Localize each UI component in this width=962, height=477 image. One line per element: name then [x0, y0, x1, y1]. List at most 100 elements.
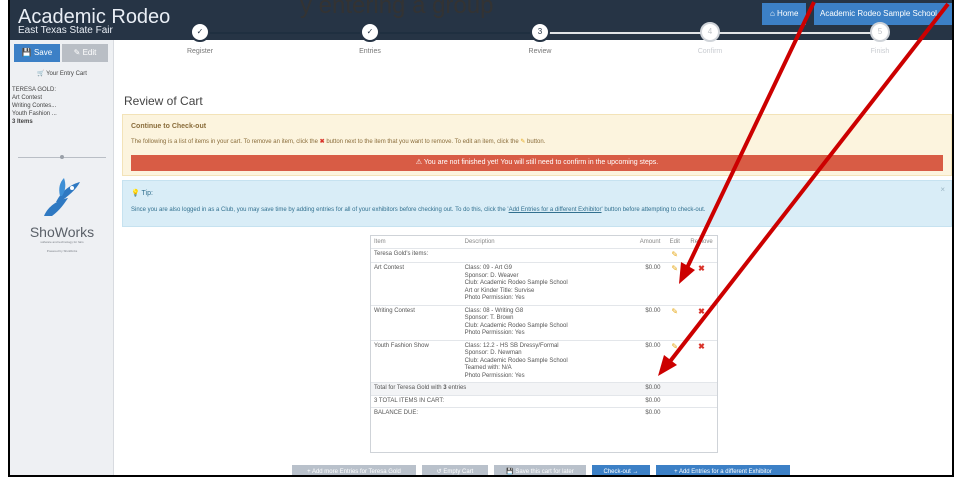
description-line: Photo Permission: Yes	[464, 330, 525, 336]
column-header: Amount	[639, 238, 661, 245]
remove-button[interactable]: ✖	[686, 339, 717, 383]
edit-button[interactable]: ✎	[663, 339, 687, 383]
showorks-logo-icon	[44, 178, 80, 216]
app-subtitle: East Texas State Fair	[18, 25, 113, 36]
table-row: Art Contest Class: 09 - Art G9 Sponsor: …	[371, 262, 717, 305]
not-finished-warning: ⚠ You are not finished yet! You will sti…	[131, 155, 943, 171]
tip-alert: 💡 Tip: Since you are also logged in as a…	[122, 180, 952, 227]
step-label: Finish	[870, 48, 890, 55]
step-label: Entries	[359, 48, 381, 55]
alert-body: The following is a list of items in your…	[131, 138, 545, 145]
cart-summary-line: TERESA GOLD:	[12, 87, 57, 93]
pencil-icon: ✎	[671, 264, 679, 273]
item-name: Youth Fashion Show	[371, 339, 462, 383]
remove-icon: ✖	[698, 264, 705, 273]
step-review: 3 Review	[500, 22, 580, 55]
description-line: Sponsor: D. Weaver	[464, 272, 519, 279]
table-row: Total for Teresa Gold with 3 entries $0.…	[371, 382, 717, 395]
balance-label: BALANCE DUE:	[371, 407, 629, 420]
tip-heading: 💡 Tip:	[131, 190, 153, 197]
cart-summary: TERESA GOLD: Art Contest Writing Contes.…	[12, 86, 57, 126]
cart-summary-line: Art Contest	[12, 95, 43, 101]
description-line: Class: 12.2 - HS SB Dressy/Formal	[464, 342, 559, 349]
table-row: Youth Fashion Show Class: 12.2 - HS SB D…	[371, 339, 717, 383]
pencil-icon: ✎	[671, 306, 679, 316]
step-number: 3	[530, 22, 550, 42]
remove-button[interactable]: ✖	[686, 262, 717, 305]
table-row: Teresa Gold's items: ✎	[371, 247, 717, 263]
tip-text: Since you are also logged in as a Club, …	[131, 207, 509, 213]
table-row: BALANCE DUE: $0.00	[371, 407, 717, 420]
item-amount: $0.00	[628, 304, 664, 340]
edit-group-button[interactable]: ✎	[663, 247, 687, 263]
table-row: 3 TOTAL ITEMS IN CART: $0.00	[371, 394, 717, 408]
cart-table: Item Description Amount Edit Remove Tere…	[370, 235, 718, 453]
divider-dot-icon	[60, 155, 64, 159]
column-header: Item	[374, 238, 386, 245]
empty-cell	[663, 394, 717, 408]
cart-summary-line: Writing Contes...	[12, 103, 57, 109]
column-header: Edit	[669, 238, 680, 245]
cart-item-count: 3 Items	[12, 119, 33, 125]
sidebar: 💾 Save ✎ Edit 🛒 Your Entry Cart TERESA G…	[10, 40, 114, 475]
item-amount: $0.00	[628, 339, 664, 383]
empty-cart-button[interactable]: ↺ Empty Cart	[422, 465, 488, 475]
step-finish: 5 Finish	[840, 22, 920, 55]
add-different-exhibitor-link[interactable]: Add Entries for a different Exhibitor	[509, 207, 602, 213]
items-total-label: 3 TOTAL ITEMS IN CART:	[371, 394, 629, 408]
add-different-exhibitor-button[interactable]: + Add Entries for a different Exhibitor	[656, 465, 790, 475]
step-register: ✓ Register	[160, 22, 240, 55]
item-name: Writing Contest	[371, 304, 462, 340]
edit-button[interactable]: ✎ Edit	[62, 44, 108, 62]
item-amount: $0.00	[628, 262, 664, 305]
remove-button[interactable]: ✖	[686, 304, 717, 340]
total-label-text: Total for Teresa Gold	[374, 385, 430, 391]
remove-icon: ✖	[698, 341, 705, 351]
table-row: Writing Contest Class: 08 - Writing G8 S…	[371, 304, 717, 340]
edit-button[interactable]: ✎	[663, 262, 687, 305]
description-line: Class: 08 - Writing G8	[464, 307, 524, 314]
close-icon[interactable]: ×	[940, 185, 945, 194]
logo-tagline: software and technology for fairs	[40, 240, 84, 244]
total-label: Total for Teresa Gold with 3 entries	[371, 382, 629, 395]
description-line: Photo Permission: Yes	[464, 372, 525, 379]
alert-text: The following is a list of items in your…	[131, 139, 320, 145]
description-line: Photo Permission: Yes	[464, 295, 525, 301]
browser-frame: Academic Rodeo East Texas State Fair ⌂ H…	[8, 0, 954, 477]
checkout-button[interactable]: Check-out →	[592, 465, 650, 475]
item-description: Class: 09 - Art G9 Sponsor: D. Weaver Cl…	[461, 262, 629, 305]
tip-body: Since you are also logged in as a Club, …	[131, 207, 705, 213]
description-line: Art or Kinder Title: Survise	[464, 287, 535, 294]
save-button[interactable]: 💾 Save	[14, 44, 60, 62]
empty-cell	[663, 407, 717, 420]
total-label-text: with	[429, 385, 444, 391]
pencil-icon: ✎	[671, 249, 679, 259]
entry-cart-link[interactable]: 🛒 Your Entry Cart	[10, 70, 114, 77]
step-number: 5	[870, 22, 890, 42]
step-entries: ✓ Entries	[330, 22, 410, 55]
items-total-amount: $0.00	[628, 394, 664, 408]
table-header-row: Item Description Amount Edit Remove	[371, 236, 717, 248]
description-line: Club: Academic Rodeo Sample School	[464, 322, 568, 329]
step-confirm: 4 Confirm	[670, 22, 750, 55]
checkout-alert: Continue to Check-out The following is a…	[122, 114, 952, 176]
step-label: Register	[186, 48, 214, 55]
save-for-later-button[interactable]: 💾 Save this cart for later	[494, 465, 586, 475]
alert-text: button next to the item that you want to…	[324, 139, 521, 145]
cart-summary-line: Youth Fashion ...	[12, 111, 57, 117]
description-line: Sponsor: T. Brown	[464, 315, 514, 321]
step-label: Confirm	[697, 48, 723, 55]
pencil-icon: ✎	[671, 341, 679, 351]
annotation-caption: y entering a group	[300, 0, 494, 19]
description-line: Club: Academic Rodeo Sample School	[464, 280, 568, 286]
progress-steps: ✓ Register ✓ Entries 3 Review 4 Confirm …	[160, 22, 920, 72]
group-label: Teresa Gold's items:	[371, 247, 664, 263]
total-amount: $0.00	[628, 382, 664, 395]
powered-by-link[interactable]: Powered by ShoWorks	[10, 249, 114, 253]
column-header: Remove	[690, 238, 713, 245]
edit-button[interactable]: ✎	[663, 304, 687, 340]
item-description: Class: 08 - Writing G8 Sponsor: T. Brown…	[461, 304, 629, 340]
add-more-entries-button[interactable]: + Add more Entries for Teresa Gold	[292, 465, 416, 475]
balance-amount: $0.00	[628, 407, 664, 420]
alert-text: button.	[525, 139, 546, 145]
